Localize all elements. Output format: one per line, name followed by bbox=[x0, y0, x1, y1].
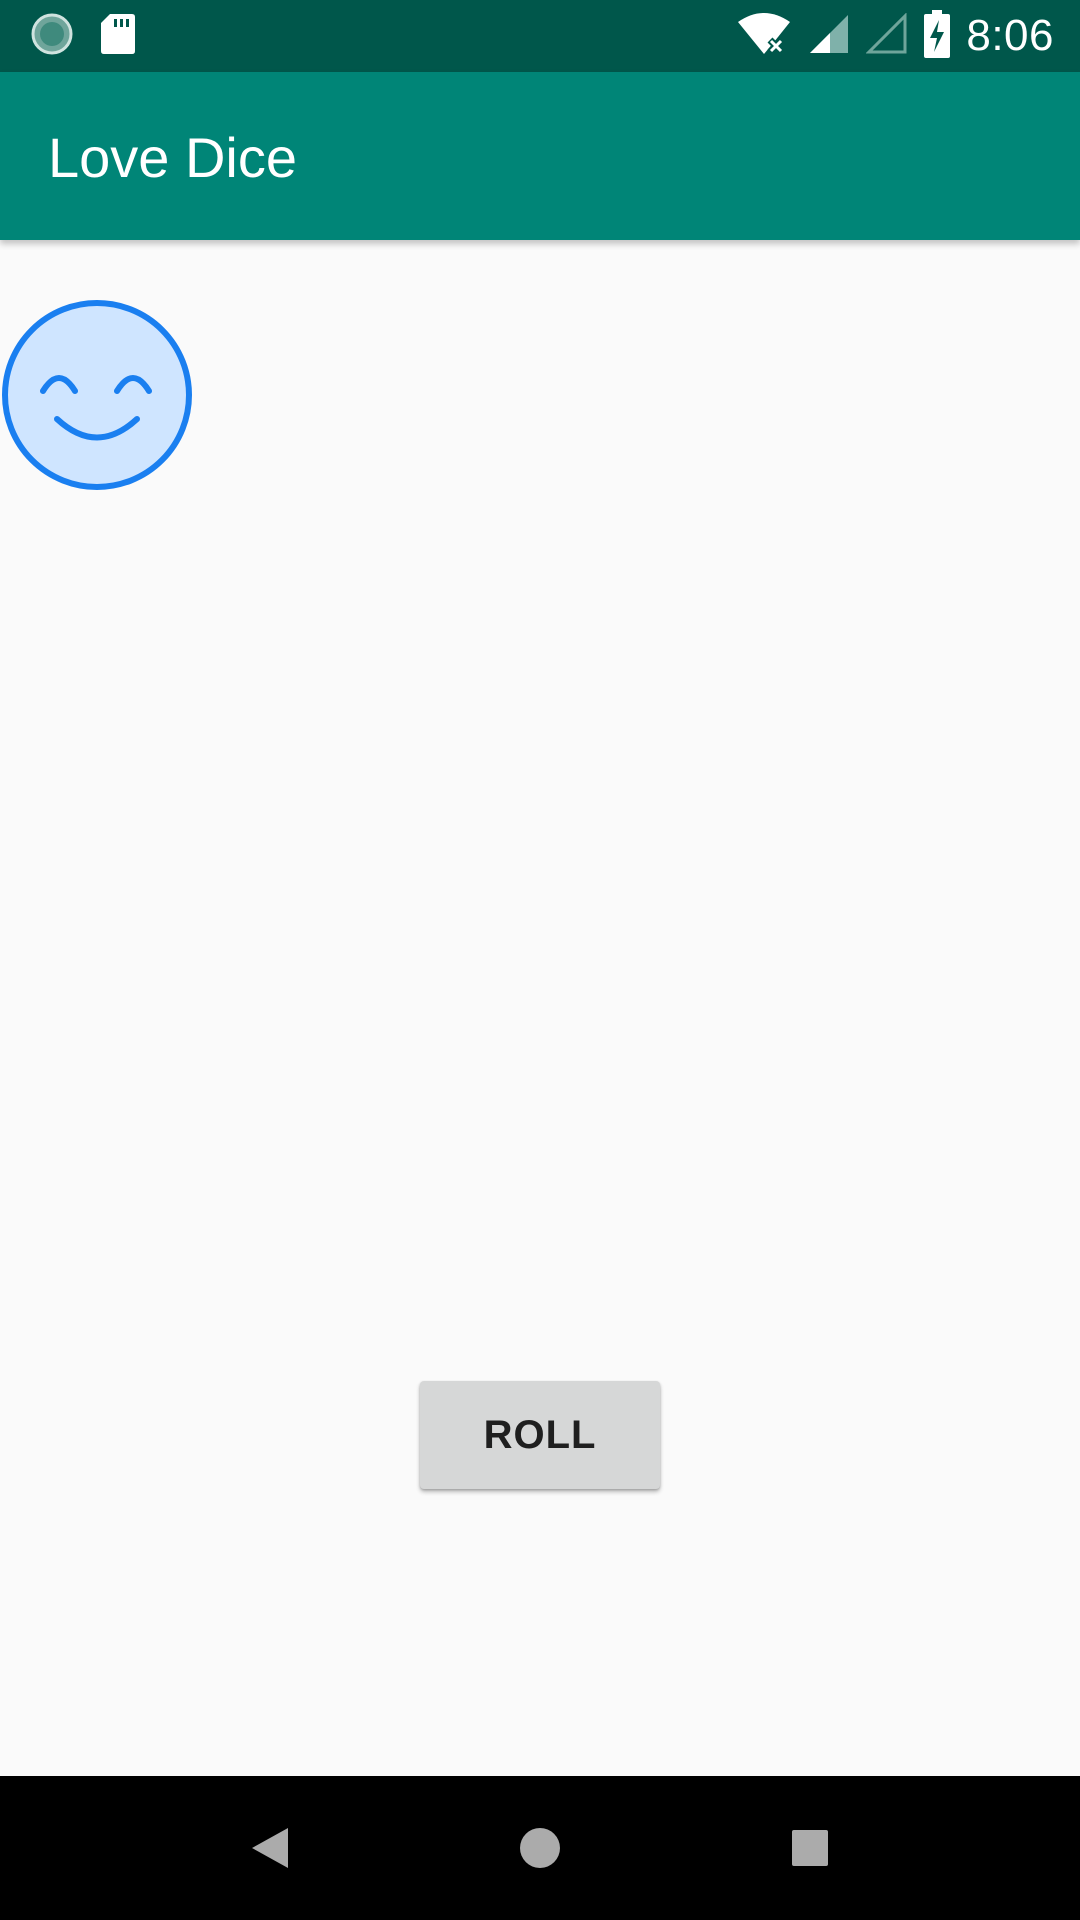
status-right-icons: 8:06 bbox=[736, 9, 1054, 63]
recents-icon[interactable] bbox=[774, 1812, 846, 1884]
back-icon[interactable] bbox=[234, 1812, 306, 1884]
status-left-icons bbox=[30, 12, 136, 61]
navigation-bar bbox=[0, 1776, 1080, 1920]
status-time: 8:06 bbox=[966, 11, 1054, 60]
wifi-off-icon bbox=[736, 12, 792, 61]
signal-empty-icon bbox=[865, 11, 908, 60]
main-content: ROLL bbox=[0, 240, 1080, 1776]
sd-card-icon bbox=[100, 12, 136, 61]
loading-circle-icon bbox=[30, 12, 74, 61]
smiling-face-icon bbox=[0, 298, 194, 492]
signal-icon bbox=[808, 13, 850, 60]
app-title: Love Dice bbox=[48, 126, 298, 189]
roll-button[interactable]: ROLL bbox=[420, 1381, 660, 1489]
battery-charging-icon bbox=[924, 9, 951, 63]
home-icon[interactable] bbox=[504, 1812, 576, 1884]
status-bar: 8:06 bbox=[0, 0, 1080, 72]
app-bar: Love Dice bbox=[0, 72, 1080, 240]
